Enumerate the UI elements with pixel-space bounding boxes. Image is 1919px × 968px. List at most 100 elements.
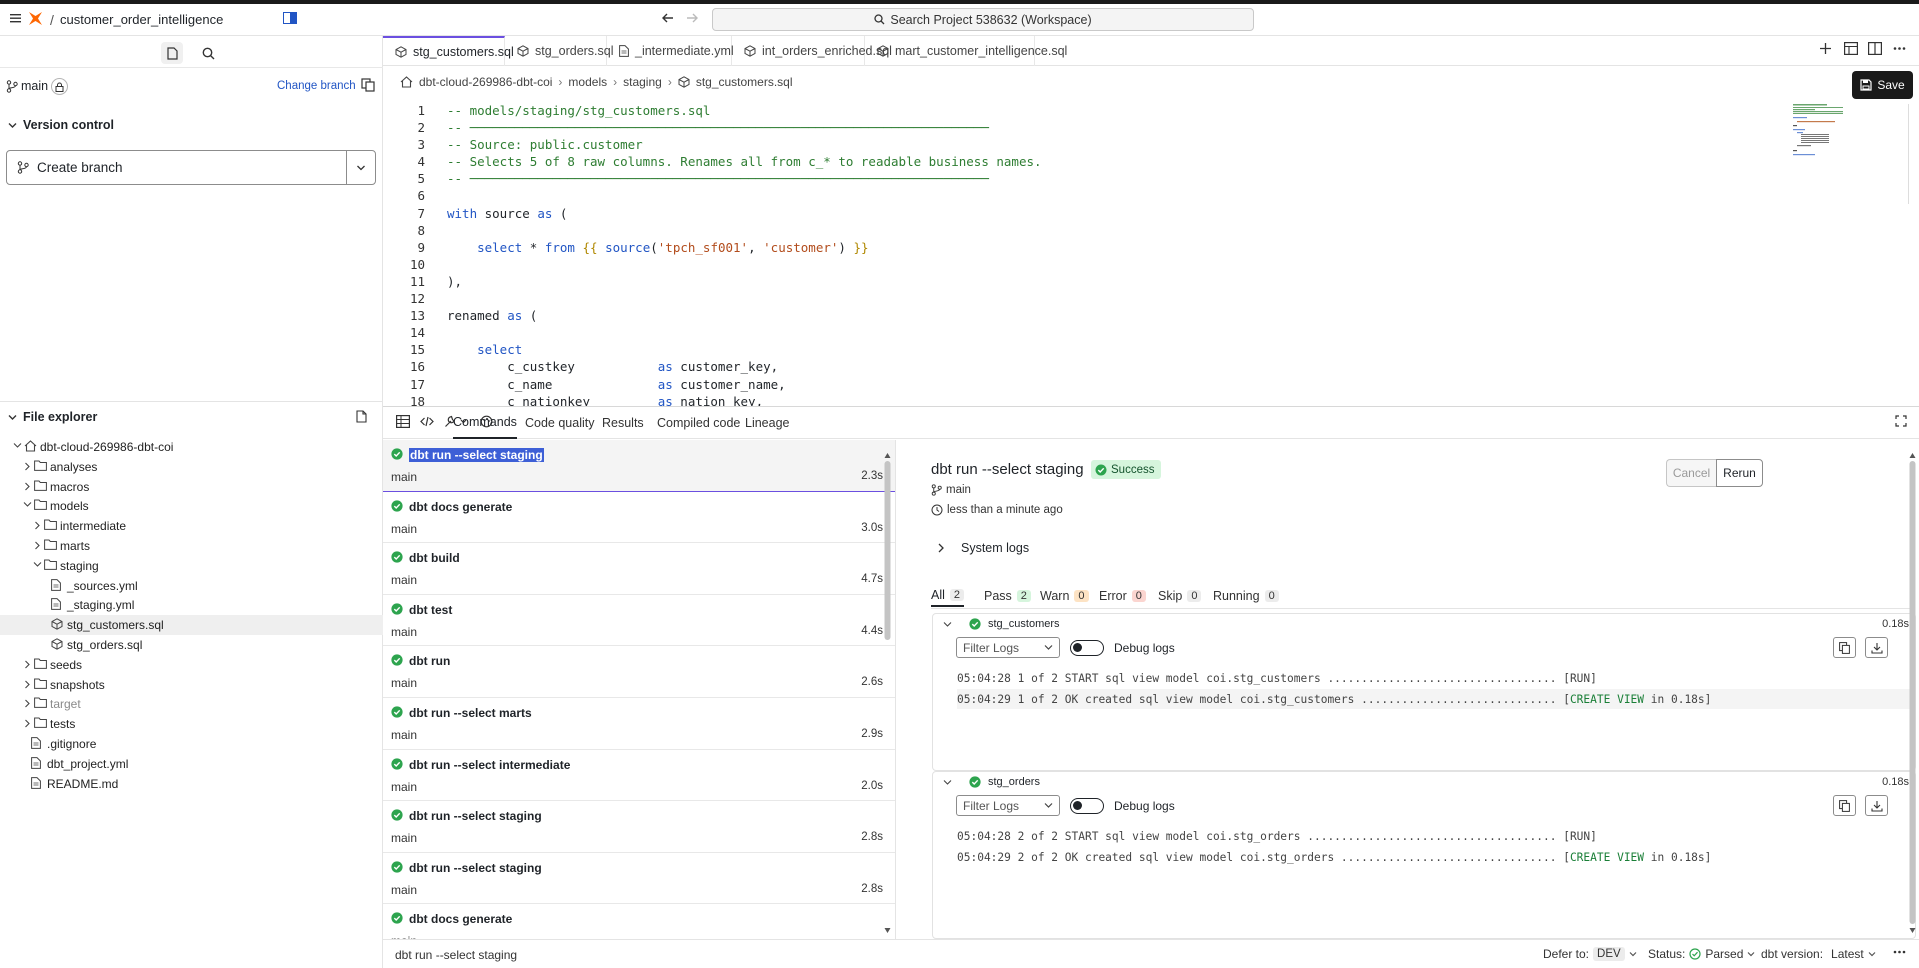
create-branch-dropdown[interactable] [347,151,375,184]
code-line[interactable]: 1 -- models/staging/stg_customers.sql [400,103,1780,120]
tab-code-quality[interactable]: Code quality [525,407,595,439]
breadcrumb-item[interactable]: dbt-cloud-269986-dbt-coi [419,75,552,89]
tree-item-marts[interactable]: marts [0,536,383,556]
editor-scrollbar[interactable] [1908,104,1916,204]
layout-table-icon[interactable] [1844,42,1858,55]
tree-item-staging-yml[interactable]: _staging.yml [0,595,383,615]
detail-scrollbar[interactable] [1909,451,1916,936]
tab-stg-orders-sql[interactable]: stg_orders.sql [505,36,614,66]
dbt-logo-icon[interactable] [27,10,44,27]
split-view-icon[interactable] [1868,42,1882,55]
copy-icon[interactable] [361,78,375,92]
chevron-right-icon[interactable] [24,482,31,491]
code-line[interactable]: 7 with source as ( [400,206,1780,223]
filter-skip[interactable]: Skip 0 [1158,585,1202,607]
code-editor[interactable]: 1 -- models/staging/stg_customers.sql 2 -- … [400,103,1780,406]
command-history-item[interactable]: dbt build main 4.7s [383,543,895,595]
tab-mart-customer-intelligence-sql[interactable]: mart_customer_intelligence.sql [865,36,1067,66]
tab-intermediate-yml[interactable]: _intermediate.yml [607,36,734,66]
command-history-item[interactable]: dbt docs generate main 3.0s [383,492,895,544]
code-line[interactable]: 18 c_nationkey as nation_key, [400,394,1780,406]
chevron-right-icon[interactable] [24,719,31,728]
parse-status[interactable]: Status: Parsed [1648,947,1755,961]
command-history-item[interactable]: dbt run --select intermediate main 2.0s [383,750,895,802]
code-line[interactable]: 17 c_name as customer_name, [400,377,1780,394]
code-line[interactable]: 15 select [400,342,1780,359]
code-line[interactable]: 2 -- ────────────────────────────────────… [400,120,1780,137]
chevron-down-icon[interactable] [943,621,952,628]
tree-item-models[interactable]: models [0,496,383,516]
chevron-right-icon[interactable] [24,462,31,471]
tree-item-readme-md[interactable]: README.md [0,774,383,794]
cancel-button[interactable]: Cancel [1666,459,1716,487]
code-line[interactable]: 11), [400,274,1780,291]
chevron-down-icon[interactable] [33,561,42,568]
filter-warn[interactable]: Warn 0 [1040,585,1089,607]
version-control-header[interactable]: Version control [8,118,114,132]
tree-item-snapshots[interactable]: snapshots [0,675,383,695]
tab-compiled-code[interactable]: Compiled code [657,407,740,439]
code-line[interactable]: 4 -- Selects 5 of 8 raw columns. Renames … [400,154,1780,171]
filter-pass[interactable]: Pass 2 [984,585,1031,607]
panel-layout-icon[interactable] [283,12,297,24]
command-list-scrollbar[interactable] [884,451,891,936]
filter-logs-select[interactable]: Filter Logs [956,795,1060,816]
code-line[interactable]: 8 [400,223,1780,240]
back-arrow-icon[interactable] [662,12,674,24]
chevron-down-icon[interactable] [23,501,32,508]
search-bar[interactable]: Search Project 538632 (Workspace) [712,8,1254,31]
tree-item-gitignore[interactable]: .gitignore [0,734,383,754]
filter-all[interactable]: All 2 [931,585,965,607]
tree-item-dbt-cloud-269986-dbt-coi[interactable]: dbt-cloud-269986-dbt-coi [0,437,383,457]
model-log-header[interactable]: stg_orders 0.18s [933,772,1915,794]
table-icon[interactable] [396,415,410,428]
last-command-label[interactable]: dbt run --select staging [395,948,517,962]
code-line[interactable]: 6 [400,188,1780,205]
command-history-item[interactable]: dbt run --select marts main 2.9s [383,698,895,750]
file-explorer-header[interactable]: File explorer [8,410,97,424]
system-logs-toggle[interactable]: System logs [937,541,1029,555]
tree-item-staging[interactable]: staging [0,556,383,576]
chevron-down-icon[interactable] [943,779,952,786]
menu-icon[interactable] [10,13,21,23]
tab-stg-customers-sql[interactable]: stg_customers.sql [383,36,514,66]
breadcrumb-item[interactable]: stg_customers.sql [696,75,793,89]
more-options-icon[interactable] [1893,950,1906,954]
tab-results[interactable]: Results [602,407,644,439]
breadcrumb-item[interactable]: staging [623,75,662,89]
rerun-button[interactable]: Rerun [1716,459,1763,487]
code-line[interactable]: 14 [400,325,1780,342]
tab-int-orders-enriched-sql[interactable]: int_orders_enriched.sql [732,36,892,66]
debug-logs-toggle[interactable] [1070,798,1104,814]
tab-lineage[interactable]: Lineage [745,407,790,439]
tree-item-sources-yml[interactable]: _sources.yml [0,576,383,596]
search-icon[interactable] [197,42,219,64]
create-branch-button[interactable]: Create branch [7,151,347,184]
filter-error[interactable]: Error 0 [1099,585,1146,607]
chevron-right-icon[interactable] [24,699,31,708]
copy-logs-button[interactable] [1833,637,1856,658]
code-line[interactable]: 12 [400,291,1780,308]
command-history-item[interactable]: dbt run --select staging main 2.8s [383,801,895,853]
tree-item-intermediate[interactable]: intermediate [0,516,383,536]
project-name[interactable]: customer_order_intelligence [60,12,223,27]
chevron-right-icon[interactable] [24,680,31,689]
command-history-item[interactable]: dbt run --select staging main 2.8s [383,853,895,905]
new-file-icon[interactable] [356,410,368,423]
chevron-right-icon[interactable] [34,541,41,550]
code-line[interactable]: 13 renamed as ( [400,308,1780,325]
filter-logs-select[interactable]: Filter Logs [956,637,1060,658]
command-history-item[interactable]: dbt run --select staging main 2.3s [383,440,895,492]
code-line[interactable]: 5 -- ────────────────────────────────────… [400,171,1780,188]
tree-item-seeds[interactable]: seeds [0,655,383,675]
code-line[interactable]: 3 -- Source: public.customer [400,137,1780,154]
command-history-item[interactable]: dbt test main 4.4s [383,595,895,647]
breadcrumb-item[interactable]: models [568,75,607,89]
code-line[interactable]: 10 [400,257,1780,274]
change-branch-link[interactable]: Change branch [277,80,356,92]
code-minimap[interactable] [1793,104,1845,160]
copy-logs-button[interactable] [1833,795,1856,816]
defer-selector[interactable]: Defer to: DEV [1543,947,1637,961]
code-line[interactable]: 9 select * from {{ source('tpch_sf001', … [400,240,1780,257]
download-logs-button[interactable] [1865,637,1888,658]
